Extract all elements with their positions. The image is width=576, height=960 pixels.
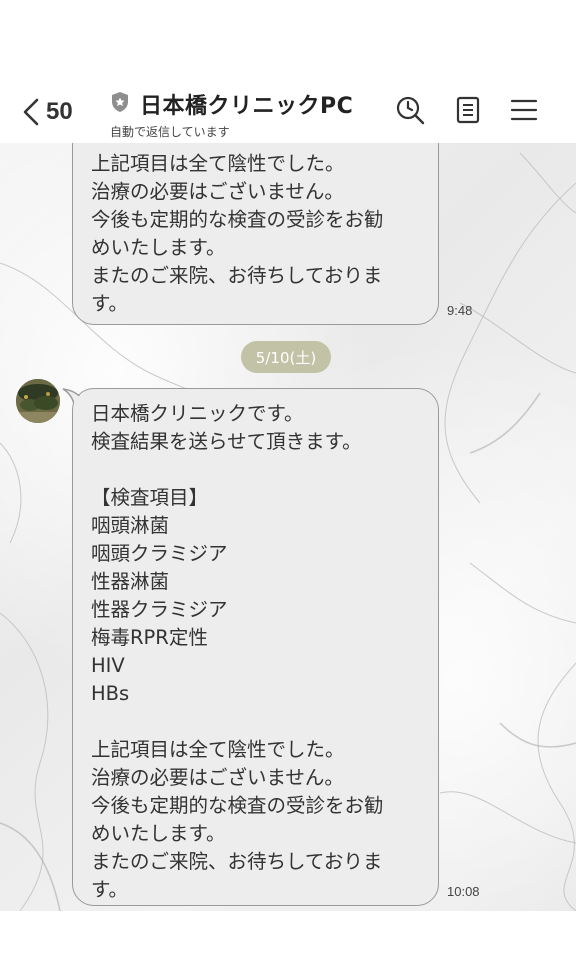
chat-header: 50 日本橋クリニックPC 自動で返信しています bbox=[0, 0, 576, 143]
message-line: 梅毒RPR定性 bbox=[91, 626, 208, 649]
message-bubble[interactable]: 日本橋クリニックです。 検査結果を送らせて頂きます。 【検査項目】 咽頭淋菌 咽… bbox=[72, 388, 439, 906]
message-time: 10:08 bbox=[447, 884, 480, 899]
message-line: 治療の必要はございません。 bbox=[91, 180, 344, 203]
unread-count: 50 bbox=[46, 98, 73, 125]
official-shield-icon bbox=[110, 91, 130, 117]
bubble-tail bbox=[62, 388, 82, 404]
message-line: 治療の必要はございません。 bbox=[91, 766, 344, 789]
avatar[interactable] bbox=[16, 379, 60, 423]
search-history-icon[interactable] bbox=[392, 92, 428, 128]
hamburger-menu-icon[interactable] bbox=[506, 92, 542, 128]
message-line: 咽頭淋菌 bbox=[91, 514, 170, 537]
message-line: 検査結果を送らせて頂きます。 bbox=[91, 430, 362, 453]
chat-message-area[interactable]: 上記項目は全て陰性でした。 治療の必要はございません。 今後も定期的な検査の受診… bbox=[0, 143, 576, 911]
message-line: 今後も定期的な検査の受診をお勧 bbox=[91, 794, 384, 817]
message-line: 咽頭クラミジア bbox=[91, 542, 228, 565]
message-line: 性器クラミジア bbox=[91, 598, 228, 621]
message-time: 9:48 bbox=[447, 303, 473, 318]
chevron-left-icon bbox=[22, 97, 40, 127]
message-line: 今後も定期的な検査の受診をお勧 bbox=[91, 208, 384, 231]
message-line bbox=[91, 708, 420, 736]
message-line: す。 bbox=[91, 292, 129, 315]
message-line: す。 bbox=[91, 878, 129, 901]
message-line: またのご来院、お待ちしておりま bbox=[91, 850, 383, 873]
auto-reply-status: 自動で返信しています bbox=[110, 125, 230, 139]
footer-blank bbox=[0, 911, 576, 960]
chat-title-area[interactable]: 日本橋クリニックPC 自動で返信しています bbox=[110, 88, 353, 140]
message-bubble[interactable]: 上記項目は全て陰性でした。 治療の必要はございません。 今後も定期的な検査の受診… bbox=[72, 143, 439, 325]
message-line: めいたします。 bbox=[91, 236, 226, 259]
message-line bbox=[91, 456, 420, 484]
message-line: 上記項目は全て陰性でした。 bbox=[91, 152, 345, 175]
back-button[interactable]: 50 bbox=[22, 92, 73, 132]
message-line: 日本橋クリニックです。 bbox=[91, 402, 304, 425]
date-separator: 5/10(土) bbox=[241, 341, 331, 373]
message-line: またのご来院、お待ちしておりま bbox=[91, 264, 383, 287]
notes-icon[interactable] bbox=[450, 92, 486, 128]
message-line: HIV bbox=[91, 654, 125, 677]
message-line: 上記項目は全て陰性でした。 bbox=[91, 738, 345, 761]
message-line: 【検査項目】 bbox=[91, 486, 209, 509]
chat-title: 日本橋クリニックPC bbox=[140, 94, 354, 119]
message-line: めいたします。 bbox=[91, 822, 226, 845]
message-line: 性器淋菌 bbox=[91, 570, 170, 593]
message-line: HBs bbox=[91, 682, 130, 705]
